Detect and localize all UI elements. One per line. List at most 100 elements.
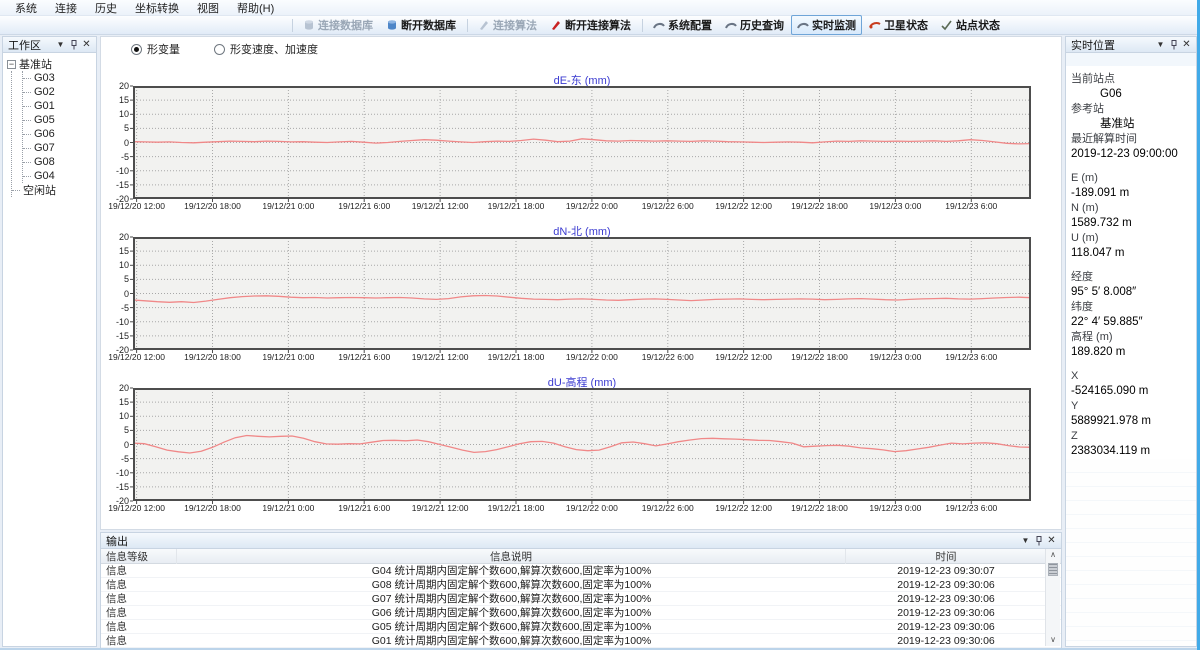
x-axis-tick-label: 19/12/20 12:00 [108,503,165,513]
position-field-label: 高程 (m) [1066,330,1196,345]
tree-station-G02[interactable]: G02 [23,85,96,99]
scroll-thumb[interactable] [1048,563,1058,576]
output-row-1[interactable]: 信息G08 统计周期内固定解个数600,解算次数600,固定率为100%2019… [101,578,1061,592]
x-axis-tick-label: 19/12/23 0:00 [869,503,921,513]
menu-item-2[interactable]: 历史 [86,0,126,17]
position-field-value: 118.047 m [1066,246,1196,261]
tree-connector [23,134,31,135]
output-row-time: 2019-12-23 09:30:07 [846,565,1046,577]
panel-menu-icon[interactable]: ▼ [1154,39,1167,51]
tree-station-label: G01 [34,100,55,112]
y-axis-tick-label: -15 [102,180,129,190]
y-axis-tick-label: -5 [102,303,129,313]
tree-idle-item[interactable]: 空闲站 [12,183,96,197]
tree-station-G04[interactable]: G04 [23,169,96,183]
toolbar-button-系统配置[interactable]: 系统配置 [647,15,718,35]
output-column-header-2[interactable]: 时间 [846,549,1046,564]
output-row-3[interactable]: 信息G06 统计周期内固定解个数600,解算次数600,固定率为100%2019… [101,606,1061,620]
toolbar-button-实时监测[interactable]: 实时监测 [791,15,862,35]
x-axis-tick-label: 19/12/20 12:00 [108,201,165,211]
x-axis-tick-label: 19/12/21 18:00 [488,503,545,513]
panel-menu-icon[interactable]: ▼ [54,39,67,51]
close-icon[interactable]: ✕ [80,39,93,51]
x-axis-tick-label: 19/12/22 6:00 [642,352,694,362]
output-row-5[interactable]: 信息G01 统计周期内固定解个数600,解算次数600,固定率为100%2019… [101,634,1061,648]
tree-station-G06[interactable]: G06 [23,127,96,141]
y-axis-tick-label: -10 [102,317,129,327]
x-axis-tick-label: 19/12/21 12:00 [412,503,469,513]
y-axis-tick-label: 0 [102,289,129,299]
menu-item-0[interactable]: 系统 [6,0,46,17]
workspace-panel-title: 工作区 [8,37,41,53]
panel-menu-icon[interactable]: ▼ [1019,535,1032,547]
pin-icon[interactable] [67,39,80,51]
output-row-level: 信息 [101,605,177,620]
output-scrollbar[interactable]: ∧ ∨ [1045,549,1060,646]
output-row-0[interactable]: 信息G04 统计周期内固定解个数600,解算次数600,固定率为100%2019… [101,564,1061,578]
y-axis-tick-label: 0 [102,138,129,148]
output-panel-title: 输出 [106,533,128,549]
output-row-level: 信息 [101,577,177,592]
menu-item-3[interactable]: 坐标转换 [126,0,188,17]
output-row-2[interactable]: 信息G07 统计周期内固定解个数600,解算次数600,固定率为100%2019… [101,592,1061,606]
x-axis-tick-label: 19/12/22 6:00 [642,201,694,211]
toolbar-separator [467,19,468,32]
toolbar-button-断开连接算法[interactable]: 断开连接算法 [544,15,637,35]
tree-station-label: G05 [34,114,55,126]
scroll-up-icon[interactable]: ∧ [1046,550,1060,560]
tree-station-G07[interactable]: G07 [23,141,96,155]
close-icon[interactable]: ✕ [1180,39,1193,51]
position-panel-spacer [1066,53,1196,66]
radio-option-1[interactable]: 形变速度、加速度 [214,41,318,57]
toolbar-button-历史查询[interactable]: 历史查询 [719,15,790,35]
chart-plot: 20151050-5-10-15-20 [133,388,1031,501]
y-axis-tick-label: 5 [102,274,129,284]
toolbar-button-连接数据库: 连接数据库 [297,15,379,35]
toolbar-separator [292,19,293,32]
output-row-4[interactable]: 信息G05 统计周期内固定解个数600,解算次数600,固定率为100%2019… [101,620,1061,634]
x-axis-tick-label: 19/12/20 18:00 [184,503,241,513]
toolbar-button-站点状态[interactable]: 站点状态 [935,15,1006,35]
toolbar-button-断开数据库[interactable]: 断开数据库 [380,15,462,35]
tree-station-G01[interactable]: G01 [23,99,96,113]
x-axis-tick-label: 19/12/21 6:00 [338,352,390,362]
tree-station-G08[interactable]: G08 [23,155,96,169]
y-axis-tick-label: -15 [102,482,129,492]
menu-item-5[interactable]: 帮助(H) [228,0,283,17]
toolbar-button-连接算法: 连接算法 [472,15,543,35]
position-panel-title: 实时位置 [1071,37,1115,53]
pin-icon[interactable] [1167,39,1180,51]
y-axis-tick-label: 15 [102,246,129,256]
chart-0: dE-东 (mm)20151050-5-10-15-2019/12/20 12:… [101,72,1061,212]
position-field-value: G06 [1066,87,1196,102]
x-axis-labels: 19/12/20 12:0019/12/20 18:0019/12/21 0:0… [133,199,1031,212]
tree-root-item[interactable]: −基准站 [7,57,96,71]
toolbar-button-卫星状态[interactable]: 卫星状态 [863,15,934,35]
pin-icon[interactable] [1032,535,1045,547]
x-axis-tick-label: 19/12/21 0:00 [262,352,314,362]
chart-1: dN-北 (mm)20151050-5-10-15-2019/12/20 12:… [101,223,1061,363]
y-axis-tick-label: -5 [102,454,129,464]
y-axis-tick-label: 20 [102,232,129,242]
menu-item-1[interactable]: 连接 [46,0,86,17]
scroll-down-icon[interactable]: ∨ [1046,635,1060,645]
output-column-header-0[interactable]: 信息等级 [101,549,177,564]
tree-connector [23,120,31,121]
close-icon[interactable]: ✕ [1045,535,1058,547]
tree-connector [23,106,31,107]
toolbar-button-label: 连接算法 [493,17,537,33]
station-tree: −基准站G03G02G01 G05G06G07G08G04空闲站 [3,53,96,197]
output-column-header-1[interactable]: 信息说明 [177,549,846,564]
tree-station-G03[interactable]: G03 [23,71,96,85]
x-axis-tick-label: 19/12/21 0:00 [262,201,314,211]
position-field-value: 2383034.119 m [1066,444,1196,459]
menu-item-4[interactable]: 视图 [188,0,228,17]
radio-option-0[interactable]: 形变量 [131,41,180,57]
toolbar-button-label: 实时监测 [812,17,856,33]
tree-connector [23,92,31,93]
x-axis-tick-label: 19/12/21 12:00 [412,352,469,362]
tree-station-G05[interactable]: G05 [23,113,96,127]
position-field-value: 1589.732 m [1066,216,1196,231]
tree-collapse-icon[interactable]: − [7,60,16,69]
chart-plot: 20151050-5-10-15-20 [133,86,1031,199]
